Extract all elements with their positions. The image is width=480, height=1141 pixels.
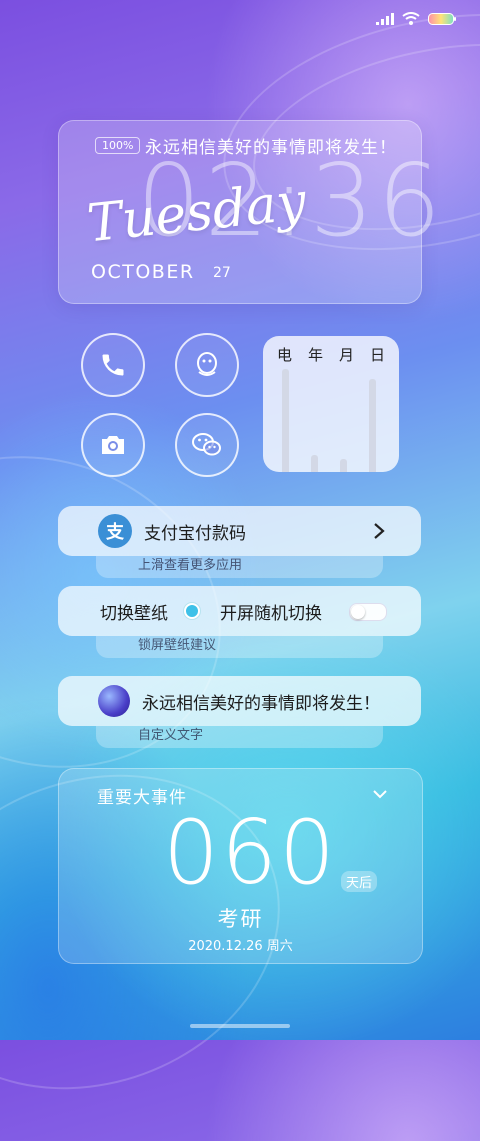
calendar-bar <box>311 455 318 472</box>
custom-text-label: 永远相信美好的事情即将发生！ <box>142 693 380 714</box>
event-date: 2020.12.26 周六 <box>188 939 293 954</box>
gradient-orb-icon <box>98 685 130 717</box>
calendar-bar <box>369 379 376 472</box>
wifi-icon <box>402 12 420 25</box>
countdown-days: 060 <box>163 801 337 904</box>
wechat-button[interactable] <box>175 413 239 477</box>
alipay-hint: 上滑查看更多应用 <box>96 556 383 578</box>
toggle-knob <box>351 605 365 619</box>
custom-text-widget[interactable]: 永远相信美好的事情即将发生！ <box>58 676 421 726</box>
calendar-header: 月 <box>338 346 354 364</box>
countdown-unit: 天后 <box>341 871 378 892</box>
countdown-widget[interactable]: 重要大事件 060 天后 考研 2020.12.26 周六 <box>58 768 423 964</box>
calendar-widget[interactable]: 电 年 月 日 <box>263 336 399 472</box>
calendar-headers: 电 年 月 日 <box>263 344 399 365</box>
month-label: OCTOBER <box>91 261 195 283</box>
phone-icon <box>102 354 124 376</box>
battery-icon <box>428 12 456 25</box>
wechat-icon <box>192 433 221 456</box>
calendar-header: 日 <box>369 346 385 364</box>
qq-icon <box>197 352 217 376</box>
chevron-right-icon <box>374 523 385 539</box>
wallpaper-hint: 锁屏壁纸建议 <box>96 636 383 658</box>
battery-percent-badge: 100% <box>95 137 141 154</box>
calendar-header: 电 <box>276 346 292 364</box>
signal-icon <box>376 12 394 25</box>
alipay-icon: 支 <box>98 514 132 548</box>
alipay-pay-code-button[interactable]: 支 支付宝付款码 <box>58 506 421 556</box>
day-label: 27 <box>213 265 231 281</box>
phone-button[interactable] <box>81 333 145 397</box>
random-switch-toggle[interactable] <box>349 603 387 621</box>
status-bar <box>376 12 456 25</box>
camera-icon <box>102 436 124 454</box>
custom-text-hint: 自定义文字 <box>96 726 383 748</box>
calendar-bar <box>340 459 347 472</box>
home-indicator[interactable] <box>190 1024 290 1028</box>
camera-button[interactable] <box>81 413 145 477</box>
event-name: 考研 <box>217 907 264 931</box>
switch-wallpaper-button[interactable]: 切换壁纸 <box>100 599 168 624</box>
clock-widget[interactable]: 100% 永远相信美好的事情即将发生！ 02:36 Tuesday OCTOBE… <box>58 120 441 304</box>
qq-button[interactable] <box>175 333 239 397</box>
calendar-bar <box>282 369 289 472</box>
alipay-label: 支付宝付款码 <box>144 523 246 544</box>
chevron-down-icon[interactable] <box>372 789 388 799</box>
random-switch-label: 开屏随机切换 <box>220 603 322 624</box>
calendar-header: 年 <box>307 346 323 364</box>
wallpaper-dot-indicator <box>184 603 200 619</box>
wallpaper-controls: 切换壁纸 开屏随机切换 <box>58 586 421 636</box>
